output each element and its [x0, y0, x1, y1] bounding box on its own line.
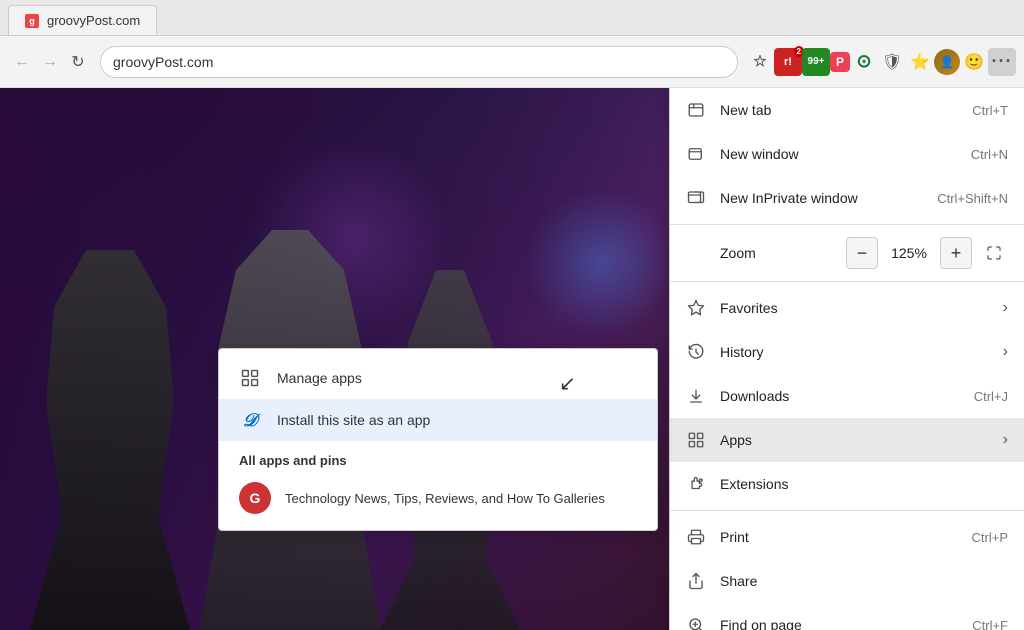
app-icon-groovypost: G [239, 482, 271, 514]
menu-item-apps[interactable]: Apps › [670, 418, 1024, 462]
apps-submenu: Manage apps 𝒟 Install this site as an ap… [218, 348, 658, 531]
refresh-button[interactable]: ↻ [64, 48, 92, 76]
forward-button[interactable]: → [36, 48, 64, 76]
main-content: Manage apps 𝒟 Install this site as an ap… [0, 88, 1024, 630]
manage-apps-icon [239, 367, 261, 389]
inprivate-label: New InPrivate window [720, 190, 923, 206]
menu-item-find-on-page[interactable]: Find on page Ctrl+F [670, 603, 1024, 630]
back-button[interactable]: ← [8, 48, 36, 76]
disney-icon: 𝒟 [239, 409, 261, 431]
print-icon [686, 527, 706, 547]
inprivate-icon [686, 188, 706, 208]
new-window-shortcut: Ctrl+N [971, 147, 1008, 162]
history-icon [686, 342, 706, 362]
new-window-icon [686, 144, 706, 164]
char-silhouette-1 [30, 250, 190, 630]
find-on-page-label: Find on page [720, 617, 958, 630]
downloads-shortcut: Ctrl+J [974, 389, 1008, 404]
share-label: Share [720, 573, 1008, 589]
profile-avatar[interactable]: 👤 [934, 49, 960, 75]
find-icon [686, 615, 706, 630]
menu-item-new-window[interactable]: New window Ctrl+N [670, 132, 1024, 176]
zoom-label: Zoom [686, 245, 838, 261]
pinned-app-item[interactable]: G Technology News, Tips, Reviews, and Ho… [219, 474, 657, 522]
menu-item-new-tab[interactable]: New tab Ctrl+T [670, 88, 1024, 132]
app-label-groovypost: Technology News, Tips, Reviews, and How … [285, 491, 605, 506]
extension-icon-1[interactable]: r! 2 [774, 48, 802, 76]
install-site-label: Install this site as an app [277, 412, 430, 428]
all-apps-pins-label: All apps and pins [219, 441, 657, 474]
edge-rewards-icon[interactable]: ⊙ [850, 48, 878, 76]
menu-item-history[interactable]: History › [670, 330, 1024, 374]
tab-favicon: g [25, 14, 39, 28]
tab-bar: g groovyPost.com [0, 0, 1024, 36]
tab-title: groovyPost.com [47, 13, 140, 28]
zoom-decrease-button[interactable]: − [846, 237, 878, 269]
print-shortcut: Ctrl+P [972, 530, 1008, 545]
downloads-label: Downloads [720, 388, 960, 404]
address-text: groovyPost.com [113, 54, 213, 70]
zoom-expand-button[interactable] [980, 239, 1008, 267]
extensions-label: Extensions [720, 476, 1008, 492]
manage-apps-label: Manage apps [277, 370, 362, 386]
apps-icon [686, 430, 706, 450]
more-menu-button[interactable]: ··· [988, 48, 1016, 76]
menu-item-extensions[interactable]: Extensions [670, 462, 1024, 506]
history-arrow: › [1003, 343, 1008, 361]
manage-apps-item[interactable]: Manage apps [219, 357, 657, 399]
inprivate-shortcut: Ctrl+Shift+N [937, 191, 1008, 206]
print-label: Print [720, 529, 958, 545]
favorites-label: Favorites [720, 300, 989, 316]
browser-tab[interactable]: g groovyPost.com [8, 5, 157, 35]
address-bar[interactable]: groovyPost.com [100, 46, 738, 78]
shield-icon[interactable]: 🛡 [878, 48, 906, 76]
new-window-label: New window [720, 146, 957, 162]
menu-item-favorites[interactable]: Favorites › [670, 286, 1024, 330]
new-tab-label: New tab [720, 102, 958, 118]
pocket-icon[interactable]: P [830, 52, 850, 72]
zoom-increase-button[interactable]: + [940, 237, 972, 269]
browser-bar: ← → ↻ groovyPost.com r! 2 99+ P ⊙ 🛡 ⭐ 👤 … [0, 36, 1024, 88]
favorites-icon [686, 298, 706, 318]
menu-item-downloads[interactable]: Downloads Ctrl+J [670, 374, 1024, 418]
downloads-icon [686, 386, 706, 406]
zoom-value: 125% [886, 245, 932, 261]
divider-1 [670, 224, 1024, 225]
menu-item-inprivate[interactable]: New InPrivate window Ctrl+Shift+N [670, 176, 1024, 220]
favorites-arrow: › [1003, 299, 1008, 317]
divider-3 [670, 510, 1024, 511]
install-site-item[interactable]: 𝒟 Install this site as an app ↙ [219, 399, 657, 441]
share-icon [686, 571, 706, 591]
history-label: History [720, 344, 989, 360]
emoji-icon[interactable]: 🙂 [960, 48, 988, 76]
zoom-row: Zoom − 125% + [670, 229, 1024, 277]
menu-item-share[interactable]: Share [670, 559, 1024, 603]
dropdown-menu: New tab Ctrl+T New window Ctrl+N [669, 88, 1024, 630]
apps-arrow: › [1003, 431, 1008, 449]
menu-item-print[interactable]: Print Ctrl+P [670, 515, 1024, 559]
disney-logo: 𝒟 [243, 410, 257, 431]
apps-label: Apps [720, 432, 989, 448]
extension-icon-2[interactable]: 99+ [802, 48, 830, 76]
new-tab-shortcut: Ctrl+T [972, 103, 1008, 118]
find-shortcut: Ctrl+F [972, 618, 1008, 630]
collections-icon[interactable]: ⭐ [906, 48, 934, 76]
extensions-icon [686, 474, 706, 494]
bookmark-icon[interactable] [746, 48, 774, 76]
new-tab-icon [686, 100, 706, 120]
divider-2 [670, 281, 1024, 282]
